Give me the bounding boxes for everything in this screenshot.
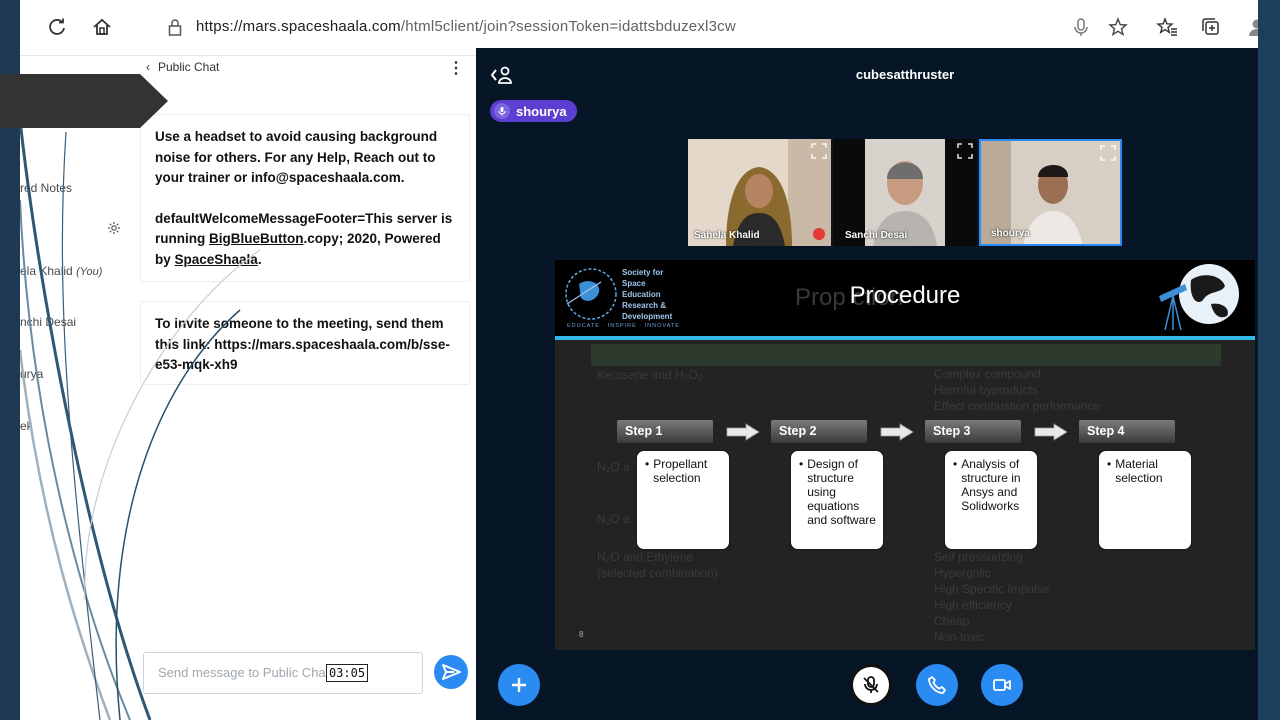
welcome-message: Use a headset to avoid causing backgroun… [155, 129, 438, 185]
invite-message: To invite someone to the meeting, send t… [155, 316, 450, 372]
screen: https://mars.spaceshaala.com/html5client… [0, 0, 1280, 720]
step-box: • Analysis of structure in Ansys and Soli… [943, 449, 1039, 551]
globe-telescope-icon [1159, 264, 1239, 331]
video-tile[interactable]: Sahela Khalid [688, 139, 831, 246]
step-label: Step 3 [925, 420, 1021, 443]
chat-options-icon[interactable]: ⋮ [448, 58, 464, 78]
decorative-banner-tip [140, 74, 168, 128]
step-box: • Design of structure using equations and… [789, 449, 885, 551]
user-list-item[interactable]: urya [20, 367, 43, 381]
step-text: Analysis of structure in Ansys and Solid… [961, 457, 1021, 513]
ghost-text: Hypergolic [934, 566, 991, 580]
spaceshaala-link[interactable]: SpaceShaala [175, 252, 258, 267]
user-name: ela Khalid [20, 264, 73, 278]
user-list-item[interactable]: nchi Desai [20, 315, 76, 329]
expand-icon[interactable] [811, 143, 827, 159]
timer-overlay: 03:05 [326, 664, 368, 682]
expand-icon[interactable] [957, 143, 973, 159]
settings-gear-icon[interactable] [107, 221, 121, 238]
org-line: Society for [622, 268, 664, 277]
video-participant-name: Sahela Khalid [694, 230, 760, 241]
user-list-item[interactable]: ek [20, 419, 33, 433]
ghost-text: Kerosene and H₂O₂ [597, 368, 703, 382]
chat-message-input[interactable]: Send message to Public Cha [143, 652, 423, 694]
chevron-left-icon: ‹ [146, 60, 150, 74]
ghost-text: Complex compound [934, 367, 1041, 381]
camera-icon [993, 679, 1011, 691]
decorative-banner [0, 74, 140, 128]
ghost-text: N₂O a [597, 512, 630, 526]
presenter-name: shourya [516, 103, 567, 119]
step-text: Design of structure using equations and … [807, 457, 876, 527]
step-label: Step 4 [1079, 420, 1175, 443]
url-path: /html5client/join?sessionToken=idattsbdu… [400, 18, 736, 35]
microphone-muted-icon [863, 676, 879, 693]
slide-border-right [1258, 0, 1280, 720]
user-list-item[interactable]: ela Khalid (You) [20, 264, 102, 278]
chat-message: To invite someone to the meeting, send t… [140, 301, 470, 385]
reload-icon[interactable] [46, 16, 68, 38]
lock-icon [168, 19, 182, 36]
ghost-text: Self pressurizing [934, 550, 1023, 564]
ghost-text: N₂O a [597, 460, 630, 474]
arrow-right-icon [1034, 423, 1068, 441]
collections-icon[interactable] [1200, 16, 1222, 38]
slide-title: Procedure [849, 282, 961, 309]
address-bar[interactable]: https://mars.spaceshaala.com/html5client… [196, 18, 736, 35]
step-text: Material selection [1115, 457, 1163, 485]
expand-icon[interactable] [1100, 145, 1116, 161]
star-icon[interactable] [1107, 16, 1129, 38]
bigbluebutton-link[interactable]: BigBlueButton [209, 231, 303, 246]
ghost-table-header [591, 344, 1221, 366]
sidebar-item-shared-notes[interactable]: red Notes [20, 181, 72, 195]
microphone-icon [494, 103, 510, 119]
ghost-text: Harmful byproducts [934, 383, 1039, 397]
welcome-footer: defaultWelcomeMessageFooter=This server … [155, 209, 455, 271]
step-label: Step 2 [771, 420, 867, 443]
org-line: Development [622, 312, 673, 321]
video-participant-name: Sanchi Desai [845, 230, 908, 241]
url-host: https://mars.spaceshaala.com [196, 18, 401, 35]
arrow-right-icon [880, 423, 914, 441]
favorites-icon[interactable] [1156, 16, 1178, 38]
plus-icon [512, 678, 526, 692]
ghost-text: Effect combustion performance [934, 399, 1100, 413]
video-tile[interactable]: shourya [979, 139, 1122, 246]
user-you-tag: (You) [76, 266, 103, 278]
org-tagline: EDUCATE · INSPIRE · INNOVATE [567, 323, 680, 329]
step-box: • Propellant selection [635, 449, 731, 551]
video-camera-button[interactable] [981, 664, 1023, 706]
muted-icon [813, 228, 825, 240]
step-label: Step 1 [617, 420, 713, 443]
send-message-button[interactable] [434, 655, 468, 689]
send-icon [442, 664, 461, 680]
presenter-badge[interactable]: shourya [490, 100, 577, 122]
arrow-right-icon [726, 423, 760, 441]
video-tile[interactable]: Sanchi Desai [833, 139, 977, 246]
slide-divider [555, 336, 1255, 340]
microphone-icon[interactable] [1070, 16, 1092, 38]
ghost-text: N₂O and Ethylene [597, 550, 694, 564]
mute-button[interactable] [850, 664, 892, 706]
chat-message: Use a headset to avoid causing backgroun… [140, 114, 470, 282]
step-text: Propellant selection [653, 457, 708, 485]
actions-button[interactable] [498, 664, 540, 706]
video-participant-name: shourya [991, 228, 1030, 239]
session-title: cubesatthruster [855, 67, 955, 82]
ghost-text: Cheap [934, 614, 970, 628]
ghost-text: (selected combination) [597, 566, 718, 580]
ghost-text: High efficiency [934, 598, 1012, 612]
step-box: • Material selection [1097, 449, 1193, 551]
phone-icon [928, 676, 946, 694]
ghost-text: Non-toxic [934, 630, 985, 644]
footer-text: . [257, 251, 262, 267]
audio-phone-button[interactable] [916, 664, 958, 706]
home-icon[interactable] [91, 16, 113, 38]
chat-back-button[interactable]: ‹ Public Chat [146, 60, 219, 74]
ghost-text: High Specific Impulse [934, 582, 1050, 596]
chat-title: Public Chat [158, 60, 220, 74]
slide-page-number: 8 [579, 630, 584, 639]
